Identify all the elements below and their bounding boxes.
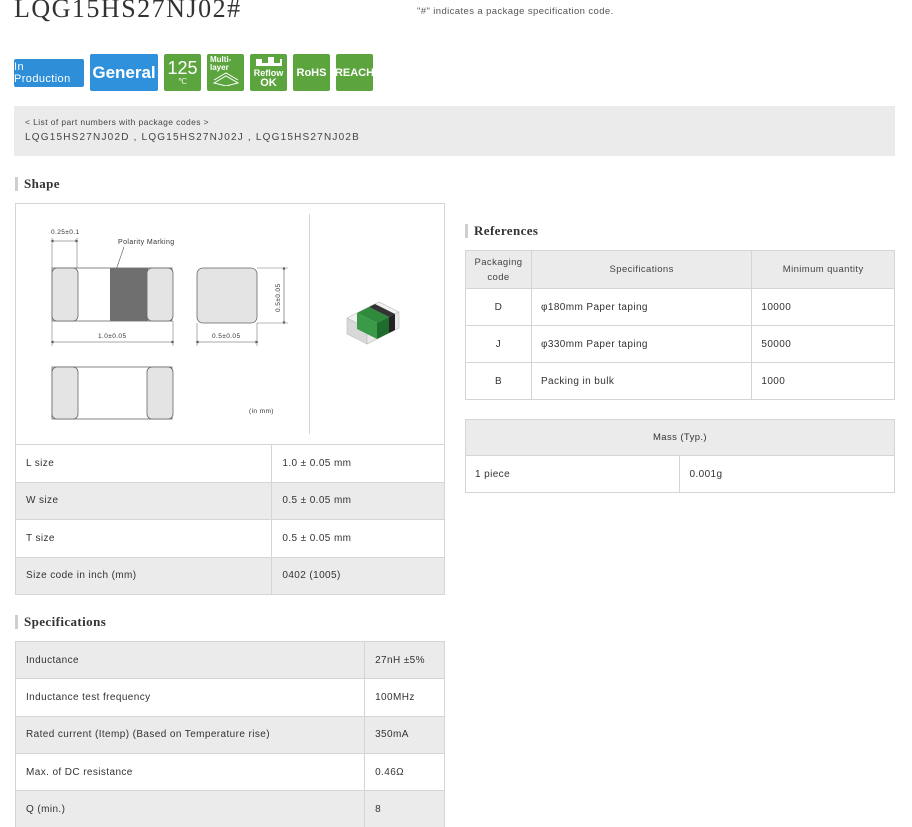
packaging-spec: Packing in bulk [530, 362, 753, 400]
table-row: L size 1.0 ± 0.05 mm [14, 444, 445, 483]
shape-section-title: Shape [15, 177, 60, 191]
table-header-row: Mass (Typ.) [465, 419, 895, 456]
spec-value: 100MHz [364, 678, 445, 717]
col-header-min-quantity: Minimum quantity [751, 250, 895, 289]
dimension-table: L size 1.0 ± 0.05 mm W size 0.5 ± 0.05 mm … [14, 444, 445, 595]
spec-value: 27nH ±5% [364, 640, 445, 680]
part-number-list: LQG15HS27NJ02D , LQG15HS27NJ02J , LQG15H… [25, 132, 360, 143]
spec-value: 8 [364, 790, 445, 827]
dim-value: 1.0 ± 0.05 mm [271, 444, 445, 483]
table-row: B Packing in bulk 1000 [465, 362, 895, 400]
dim-width-label: 0.5±0.05 [212, 333, 240, 340]
mass-value: 0.001g [679, 455, 895, 493]
table-row: Size code in inch (mm) 0402 (1005) [14, 556, 445, 595]
package-code-note: "#" indicates a package specification co… [417, 6, 614, 17]
spec-label: Inductance test frequency [14, 678, 366, 717]
temperature-125-badge[interactable]: 125 ℃ [164, 54, 201, 91]
reflow-icon [255, 57, 282, 66]
packaging-spec: φ330mm Paper taping [530, 325, 753, 363]
min-quantity: 1000 [751, 362, 895, 400]
table-row: Jφ330mm Paper taping 50000 [465, 325, 895, 363]
multilayer-icon [212, 72, 239, 86]
page-title: LQG15HS27NJ02# [14, 0, 242, 23]
dim-height-label: 0.5±0.05 [275, 284, 282, 312]
reach-badge[interactable]: REACH [335, 54, 374, 91]
temp-value: 125 [167, 58, 198, 78]
packaging-spec: φ180mm Paper taping [530, 288, 753, 326]
dim-value: 0402 (1005) [271, 556, 445, 595]
dim-value: 0.5 ± 0.05 mm [271, 481, 445, 520]
spec-label: Q (min.) [14, 790, 366, 827]
multilayer-badge[interactable]: Multi- layer [207, 54, 244, 91]
component-3d-image [346, 301, 400, 345]
table-row: Dφ180mm Paper taping 10000 [465, 288, 895, 326]
unit-note: (in mm) [249, 408, 274, 415]
temp-unit: ℃ [178, 77, 187, 86]
polarity-label: Polarity Marking [118, 239, 175, 246]
col-header-packaging-code: Packaging code [465, 250, 532, 289]
table-row: Inductance test frequency 100MHz [14, 678, 445, 717]
shape-drawing-panel: 0.25±0.1 Polarity Marking 1.0±0.05 0.5±0… [15, 203, 445, 445]
table-row: 1 piece 0.001g [464, 455, 895, 493]
spec-value: 350mA [364, 715, 445, 754]
table-row: W size 0.5 ± 0.05 mm [14, 481, 445, 520]
shape-panel-divider [309, 214, 310, 434]
dim-label: Size code in inch (mm) [14, 556, 273, 595]
table-row: T size 0.5 ± 0.05 mm [14, 519, 445, 558]
spec-label: Max. of DC resistance [14, 752, 366, 792]
dim-label: T size [14, 519, 273, 558]
in-production-badge[interactable]: In Production [14, 58, 84, 87]
dim-label: L size [14, 444, 273, 483]
multilayer-label: Multi- layer [210, 55, 232, 72]
spec-label: Rated current (Itemp) (Based on Temperat… [14, 715, 366, 754]
dim-value: 0.5 ± 0.05 mm [271, 519, 445, 558]
packaging-code: J [465, 325, 532, 363]
min-quantity: 10000 [751, 288, 895, 326]
col-header-specifications: Specifications [530, 250, 753, 289]
references-table: Packaging code Specifications Minimum qu… [465, 250, 895, 400]
dim-top-label: 0.25±0.1 [51, 229, 79, 236]
table-row: Inductance 27nH ±5% [14, 640, 445, 680]
specifications-table: Inductance 27nH ±5% Inductance test frequ… [14, 640, 445, 827]
spec-label: Inductance [14, 640, 366, 680]
mass-header: Mass (Typ.) [465, 419, 895, 456]
table-row: Q (min.) 8 [14, 790, 445, 827]
spec-value: 0.46Ω [364, 752, 445, 792]
mass-table: Mass (Typ.) 1 piece 0.001g [464, 419, 895, 493]
packaging-code: D [465, 288, 532, 326]
general-badge[interactable]: General [90, 54, 158, 91]
references-section-title: References [465, 224, 538, 238]
reflow-ok-label: OK [260, 77, 277, 89]
packaging-code: B [465, 362, 532, 400]
badge-row: In Production General 125 ℃ Multi- layer… [14, 54, 374, 91]
table-header-row: Packaging code Specifications Minimum qu… [465, 250, 895, 289]
table-row: Rated current (Itemp) (Based on Temperat… [14, 715, 445, 754]
reflow-ok-badge[interactable]: Reflow OK [250, 54, 287, 91]
table-row: Max. of DC resistance 0.46Ω [14, 752, 445, 792]
rohs-badge[interactable]: RoHS [293, 54, 330, 91]
dim-label: W size [14, 481, 273, 520]
dim-length-label: 1.0±0.05 [98, 333, 126, 340]
min-quantity: 50000 [751, 325, 895, 363]
specifications-section-title: Specifications [15, 615, 106, 629]
part-number-list-heading: < List of part numbers with package code… [25, 117, 209, 127]
mass-label: 1 piece [464, 455, 681, 493]
part-number-list-box: < List of part numbers with package code… [14, 106, 895, 156]
dimension-drawing: 0.25±0.1 Polarity Marking 1.0±0.05 0.5±0… [50, 229, 288, 420]
